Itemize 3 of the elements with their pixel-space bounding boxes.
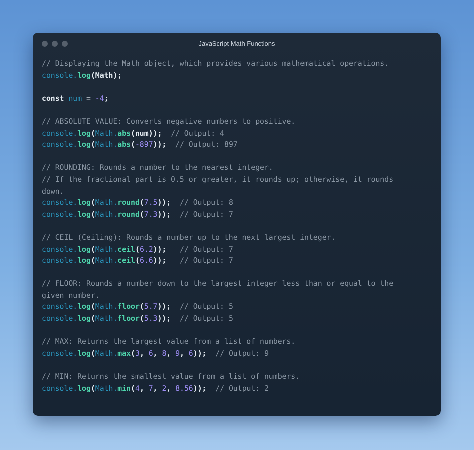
minimize-dot-icon[interactable] [52,41,58,47]
zoom-dot-icon[interactable] [62,41,68,47]
close-dot-icon[interactable] [42,41,48,47]
